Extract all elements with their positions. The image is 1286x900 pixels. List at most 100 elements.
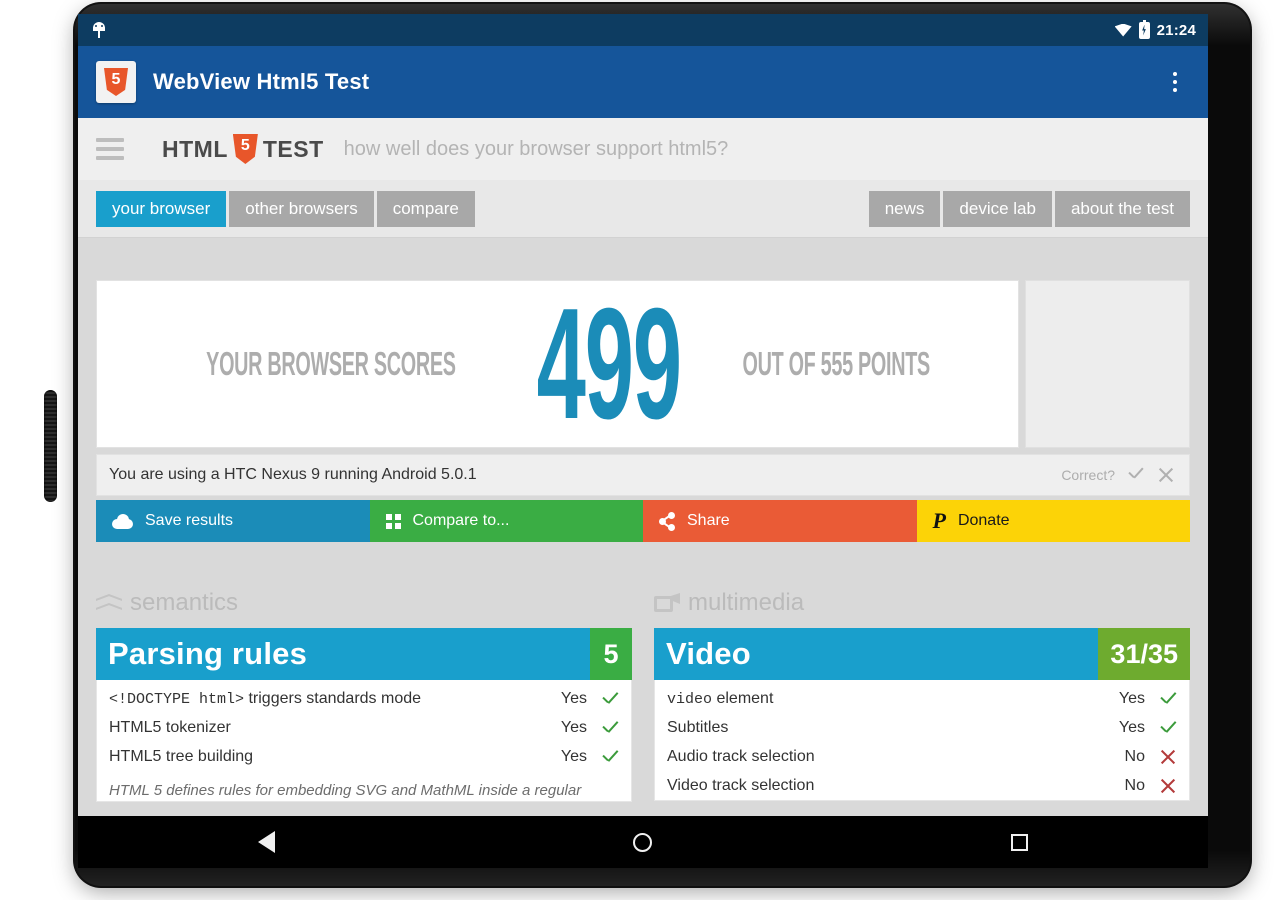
score-value: 499: [537, 276, 682, 452]
site-tagline: how well does your browser support html5…: [343, 137, 729, 160]
check-icon: [601, 748, 619, 766]
check-icon: [601, 719, 619, 737]
section-heading-multimedia: multimedia: [654, 588, 1190, 618]
section-multimedia: multimedia Video 31/35 video element Yes: [654, 588, 1190, 802]
card-score-badge: 31/35: [1098, 628, 1190, 680]
device-description: You are using a HTC Nexus 9 running Andr…: [109, 466, 477, 483]
score-row: YOUR BROWSER SCORES 499 OUT OF 555 POINT…: [96, 280, 1190, 448]
feature-sections: semantics Parsing rules 5 <!DOCTYPE html…: [96, 588, 1190, 803]
donate-label: Donate: [957, 512, 1010, 529]
device-detection-bar: You are using a HTC Nexus 9 running Andr…: [96, 454, 1190, 496]
card-body-video: video element Yes Subtitles Yes Audio tr…: [654, 680, 1190, 801]
device-side-button[interactable]: [44, 390, 57, 502]
section-semantics: semantics Parsing rules 5 <!DOCTYPE html…: [96, 588, 632, 803]
check-icon: [1159, 690, 1177, 708]
feature-value: Yes: [1118, 718, 1145, 736]
site-navigation: your browser other browsers compare news…: [78, 180, 1208, 238]
battery-charging-icon: [1138, 19, 1150, 39]
cloud-upload-icon: [112, 513, 133, 529]
back-button[interactable]: [231, 823, 301, 861]
app-title: WebView Html5 Test: [153, 69, 370, 94]
share-button[interactable]: Share: [643, 500, 917, 542]
feature-value: Yes: [560, 747, 587, 765]
correct-label: Correct?: [1061, 467, 1115, 483]
table-row: HTML5 tree building Yes: [109, 742, 619, 771]
wifi-icon: [1114, 23, 1132, 37]
card-note: HTML 5 defines rules for embedding SVG a…: [109, 782, 582, 799]
device-confirm-group: Correct?: [1061, 466, 1175, 484]
chevrons-up-icon: [96, 592, 122, 614]
table-row: <!DOCTYPE html> triggers standards mode …: [109, 684, 619, 713]
compare-to-button[interactable]: Compare to...: [369, 500, 643, 542]
feature-code: <!DOCTYPE html>: [109, 690, 245, 708]
donate-button[interactable]: P Donate: [916, 500, 1190, 542]
cross-icon: [1159, 777, 1177, 795]
action-button-row: Save results Compare to... Share P Donat…: [96, 500, 1190, 542]
check-icon: [1159, 719, 1177, 737]
primary-tab-group: your browser other browsers compare: [96, 190, 475, 227]
hamburger-menu-icon[interactable]: [96, 138, 124, 160]
feature-text: element: [712, 689, 774, 707]
tab-about-the-test[interactable]: about the test: [1054, 190, 1190, 227]
cross-icon: [1159, 748, 1177, 766]
tablet-screen: 21:24 5 WebView Html5 Test HTML 5 TEST h…: [78, 14, 1208, 816]
tab-other-browsers[interactable]: other browsers: [229, 190, 374, 227]
webview-content: HTML 5 TEST how well does your browser s…: [78, 118, 1208, 816]
table-row: Video track selection No: [667, 771, 1177, 800]
tab-device-lab[interactable]: device lab: [943, 190, 1052, 227]
feature-label: video element: [667, 690, 1105, 708]
table-row: video element Yes: [667, 684, 1177, 713]
share-label: Share: [687, 512, 730, 529]
html5-shield-icon: 5: [104, 68, 128, 96]
check-icon: [601, 690, 619, 708]
recents-button[interactable]: [985, 823, 1055, 861]
feature-code: video: [667, 690, 713, 708]
overflow-menu-icon[interactable]: [1158, 59, 1192, 105]
feature-value: Yes: [1118, 689, 1145, 707]
card-body-parsing-rules: <!DOCTYPE html> triggers standards mode …: [96, 680, 632, 803]
feature-label: <!DOCTYPE html> triggers standards mode: [109, 690, 547, 708]
card-score-badge: 5: [590, 628, 632, 680]
card-title: Video: [654, 628, 1099, 680]
section-heading-label: multimedia: [688, 589, 805, 616]
feature-value: No: [1124, 747, 1145, 765]
tab-compare[interactable]: compare: [376, 190, 475, 227]
feature-value: Yes: [560, 718, 587, 736]
status-bar-clock: 21:24: [1156, 21, 1196, 39]
film-camera-icon: [654, 593, 680, 613]
html5-shield-icon: 5: [232, 134, 258, 164]
feature-label: Video track selection: [667, 776, 815, 794]
grid-icon: [385, 513, 401, 529]
home-button[interactable]: [608, 823, 678, 861]
share-icon: [659, 512, 675, 531]
score-suffix-label: OUT OF 555 POINTS: [742, 345, 931, 382]
brand-test-label: TEST: [262, 135, 324, 162]
score-panel: YOUR BROWSER SCORES 499 OUT OF 555 POINT…: [96, 280, 1019, 448]
tab-your-browser[interactable]: your browser: [96, 190, 227, 227]
feature-label: Audio track selection: [667, 747, 815, 765]
feature-label: Subtitles: [667, 718, 729, 736]
save-results-button[interactable]: Save results: [96, 500, 370, 542]
status-bar-notifications: [92, 22, 1115, 38]
feature-label: HTML5 tree building: [109, 747, 254, 765]
brand-html-label: HTML: [162, 135, 228, 162]
section-heading-semantics: semantics: [96, 588, 632, 618]
confirm-close-icon[interactable]: [1157, 466, 1175, 484]
section-heading-label: semantics: [130, 589, 239, 616]
table-row: Audio track selection No: [667, 742, 1177, 771]
tab-news[interactable]: news: [868, 190, 941, 227]
card-header-video: Video 31/35: [654, 628, 1190, 680]
html5-app-logo: 5: [96, 61, 136, 103]
save-results-label: Save results: [145, 512, 234, 529]
feature-value: Yes: [560, 689, 587, 707]
android-status-bar: 21:24: [78, 14, 1208, 46]
feature-text: triggers standards mode: [244, 689, 422, 707]
compare-to-label: Compare to...: [412, 512, 510, 529]
app-toolbar: 5 WebView Html5 Test: [78, 46, 1208, 118]
site-brand[interactable]: HTML 5 TEST: [162, 134, 324, 164]
confirm-check-icon[interactable]: [1127, 468, 1145, 482]
paypal-icon: P: [932, 508, 946, 533]
android-navigation-bar: [78, 816, 1208, 868]
card-header-parsing-rules: Parsing rules 5: [96, 628, 632, 680]
feature-value: No: [1124, 776, 1145, 794]
